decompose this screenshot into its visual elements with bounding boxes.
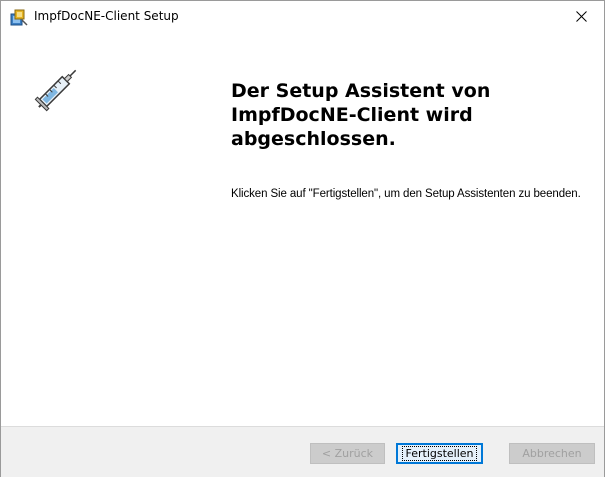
- title-bar[interactable]: ImpfDocNE-Client Setup: [1, 1, 604, 31]
- finish-button-label: Fertigstellen: [402, 446, 477, 461]
- button-bar: < Zurück Fertigstellen Abbrechen: [1, 426, 604, 477]
- close-button[interactable]: [558, 1, 604, 31]
- completion-message: Klicken Sie auf "Fertigstellen", um den …: [231, 188, 581, 200]
- syringe-icon: [31, 61, 85, 115]
- window-title: ImpfDocNE-Client Setup: [34, 9, 179, 23]
- completion-heading: Der Setup Assistent von ImpfDocNE-Client…: [231, 80, 491, 150]
- cancel-button[interactable]: Abbrechen: [509, 443, 595, 464]
- finish-button[interactable]: Fertigstellen: [396, 443, 483, 464]
- installer-icon: [10, 8, 28, 26]
- back-button[interactable]: < Zurück: [310, 443, 385, 464]
- setup-window: ImpfDocNE-Client Setup Der Setup Assiste…: [0, 0, 605, 477]
- dialog-content: Der Setup Assistent von ImpfDocNE-Client…: [1, 31, 604, 426]
- close-icon: [575, 10, 587, 22]
